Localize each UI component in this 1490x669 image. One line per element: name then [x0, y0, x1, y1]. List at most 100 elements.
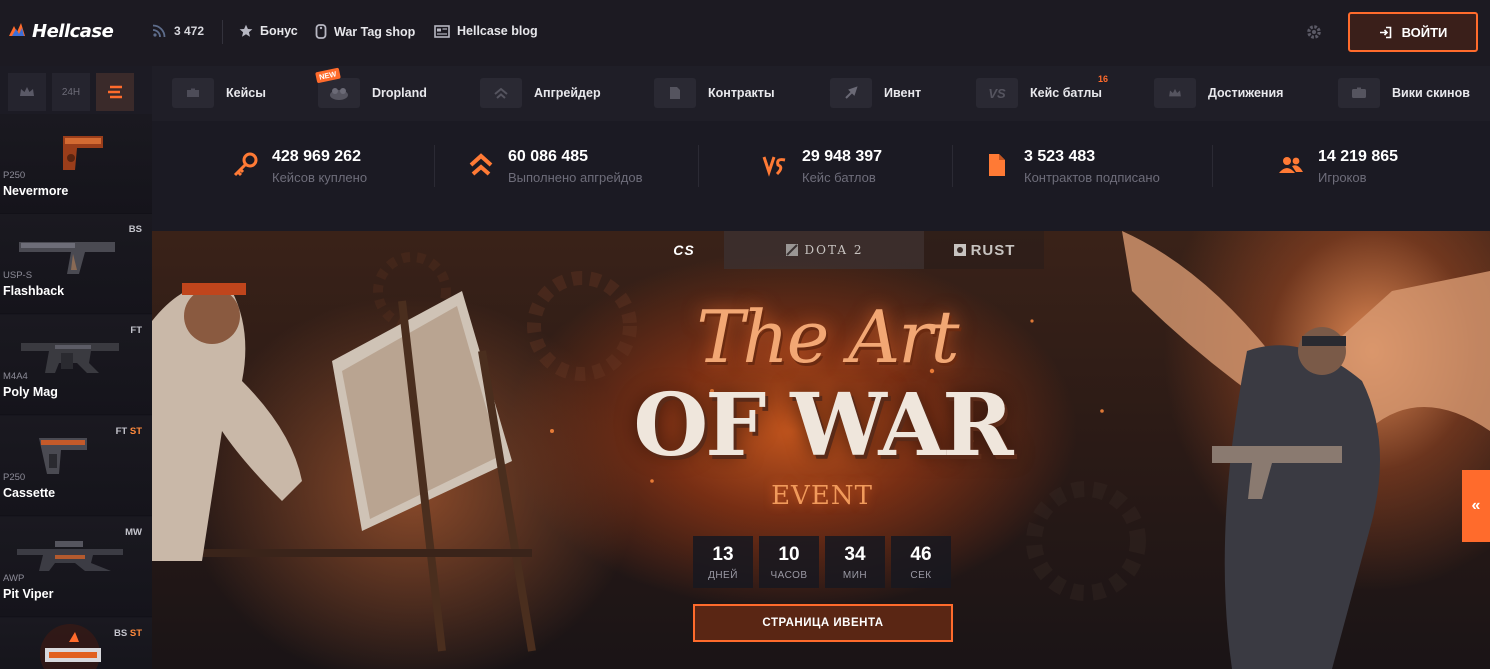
newspaper-icon — [434, 24, 450, 38]
wear-badge: MW — [125, 527, 142, 538]
tab-live[interactable] — [96, 73, 134, 111]
war-tag-shop-label: War Tag shop — [334, 24, 416, 39]
countdown-value: 10 — [778, 543, 800, 565]
event-banner: CS DOTA 2 RUST The Art OF WAR EVENT 13 ДН… — [152, 231, 1490, 669]
dota-icon — [785, 244, 798, 256]
upgrade-icon — [480, 78, 522, 108]
contract-icon — [654, 78, 696, 108]
logo[interactable]: Hellcase — [6, 20, 114, 42]
nav-cases[interactable]: Кейсы — [172, 78, 266, 108]
gear-icon[interactable] — [1305, 23, 1323, 41]
nav-event[interactable]: Ивент — [830, 78, 921, 108]
divider — [698, 145, 699, 187]
blog-link[interactable]: Hellcase blog — [434, 24, 538, 38]
weapon-type: AWP — [3, 573, 25, 584]
blog-label: Hellcase blog — [457, 24, 538, 38]
skin-name: Poly Mag — [3, 385, 58, 399]
weapon-image — [39, 438, 87, 474]
weapon-image — [40, 624, 101, 669]
nav-case-battles[interactable]: VS Кейс батлы 16 — [976, 74, 1108, 108]
bonus-label: Бонус — [260, 24, 298, 38]
wear-value: MW — [125, 527, 142, 538]
wear-value: FT — [130, 325, 142, 336]
nav-label: Достижения — [1208, 86, 1284, 100]
nav-achievements[interactable]: Достижения — [1154, 78, 1283, 108]
event-title-line1: The Art — [696, 295, 959, 379]
stat-label: Игроков — [1318, 170, 1367, 185]
drop-item[interactable]: BS USP-S Flashback — [0, 214, 152, 314]
countdown-unit: СЕК — [910, 569, 932, 581]
weapon-type: USP-S — [3, 270, 33, 281]
weapon-image — [17, 541, 123, 571]
tab-cs[interactable]: CS — [644, 231, 724, 269]
tab-dota2-label: DOTA 2 — [804, 243, 864, 257]
site-stats: 428 969 262 Кейсов куплено 60 086 485 Выпо… — [152, 121, 1490, 231]
tab-rust-label: RUST — [970, 241, 1016, 259]
tab-24h-label: 24H — [61, 86, 81, 98]
divider — [434, 145, 435, 187]
stat-contracts: 3 523 483 Контрактов подписано — [984, 148, 1160, 185]
drop-item[interactable]: BS ST — [0, 618, 152, 669]
nav-contracts[interactable]: Контракты — [654, 78, 775, 108]
tab-dota2[interactable]: DOTA 2 — [724, 231, 924, 269]
stat-upgrades: 60 086 485 Выполнено апгрейдов — [468, 148, 642, 185]
upgrade-icon — [469, 153, 493, 176]
nav-label: Кейсы — [226, 86, 266, 100]
drop-item[interactable]: FT M4A4 Poly Mag — [0, 315, 152, 415]
login-label: ВОЙТИ — [1401, 24, 1448, 40]
stat-label: Выполнено апгрейдов — [508, 170, 643, 185]
divider — [1212, 145, 1213, 187]
skin-name: Pit Viper — [3, 587, 54, 601]
tab-top-drops[interactable] — [8, 73, 46, 111]
versus-icon: VS — [976, 78, 1018, 108]
drop-item[interactable]: FT ST P250 Cassette — [0, 416, 152, 516]
stat-case-battles: 29 948 397 Кейс батлов — [762, 148, 882, 185]
nav-label: Кейс батлы — [1030, 86, 1102, 100]
event-countdown: 13 ДНЕЙ 10 ЧАСОВ 34 МИН 46 СЕК — [693, 536, 951, 588]
war-tag-shop-link[interactable]: War Tag shop — [315, 24, 415, 39]
battles-count-badge: 16 — [1098, 74, 1109, 84]
crown-icon — [20, 87, 34, 96]
sidebar-tabs: 24H — [0, 66, 152, 118]
event-title-line3: EVENT — [771, 481, 873, 511]
online-count: 3 472 — [174, 24, 205, 38]
stat-label: Кейс батлов — [802, 170, 876, 185]
stat-cases-bought: 428 969 262 Кейсов куплено — [232, 148, 367, 185]
countdown-hours: 10 ЧАСОВ — [759, 536, 819, 588]
rust-icon — [953, 244, 966, 256]
nav-label: Ивент — [884, 86, 922, 100]
stat-value: 428 969 262 — [272, 148, 361, 165]
online-counter: 3 472 — [152, 24, 204, 38]
expand-panel-button[interactable]: « — [1462, 470, 1490, 542]
wiki-icon — [1338, 78, 1380, 108]
versus-icon — [762, 156, 786, 177]
tab-rust[interactable]: RUST — [924, 231, 1044, 269]
bonus-link[interactable]: Бонус — [239, 24, 298, 38]
nav-label: Контракты — [708, 86, 775, 100]
stat-label: Контрактов подписано — [1024, 170, 1160, 185]
game-tabs: CS DOTA 2 RUST — [644, 231, 1044, 269]
event-icon — [830, 78, 872, 108]
countdown-unit: ЧАСОВ — [770, 569, 808, 581]
countdown-value: 46 — [910, 543, 932, 565]
drop-item[interactable]: MW AWP Pit Viper — [0, 517, 152, 617]
contract-icon — [989, 154, 1005, 176]
new-badge: NEW — [315, 67, 341, 84]
nav-upgrader[interactable]: Апгрейдер — [480, 78, 601, 108]
stat-players: 14 219 865 Игроков — [1278, 148, 1398, 185]
drop-item[interactable]: P250 Nevermore — [0, 114, 152, 214]
stat-value: 29 948 397 — [802, 148, 883, 165]
nav-label: Dropland — [372, 86, 427, 100]
top-bar: Hellcase 3 472 Бонус War Tag shop Hellca… — [0, 0, 1490, 66]
countdown-unit: ДНЕЙ — [708, 569, 738, 581]
logo-text: Hellcase — [32, 20, 114, 42]
tab-24h[interactable]: 24H — [52, 73, 90, 111]
event-page-button[interactable]: СТРАНИЦА ИВЕНТА — [693, 604, 953, 642]
hellcase-logo-icon — [9, 23, 25, 36]
login-button[interactable]: ВОЙТИ — [1348, 12, 1478, 52]
divider — [952, 145, 953, 187]
main-nav: Кейсы NEW Dropland Апгрейдер Контракты И… — [152, 66, 1490, 121]
wear-value: FT — [115, 426, 128, 437]
nav-dropland[interactable]: NEW Dropland — [315, 67, 427, 108]
nav-skin-wiki[interactable]: Вики скинов — [1338, 78, 1470, 108]
